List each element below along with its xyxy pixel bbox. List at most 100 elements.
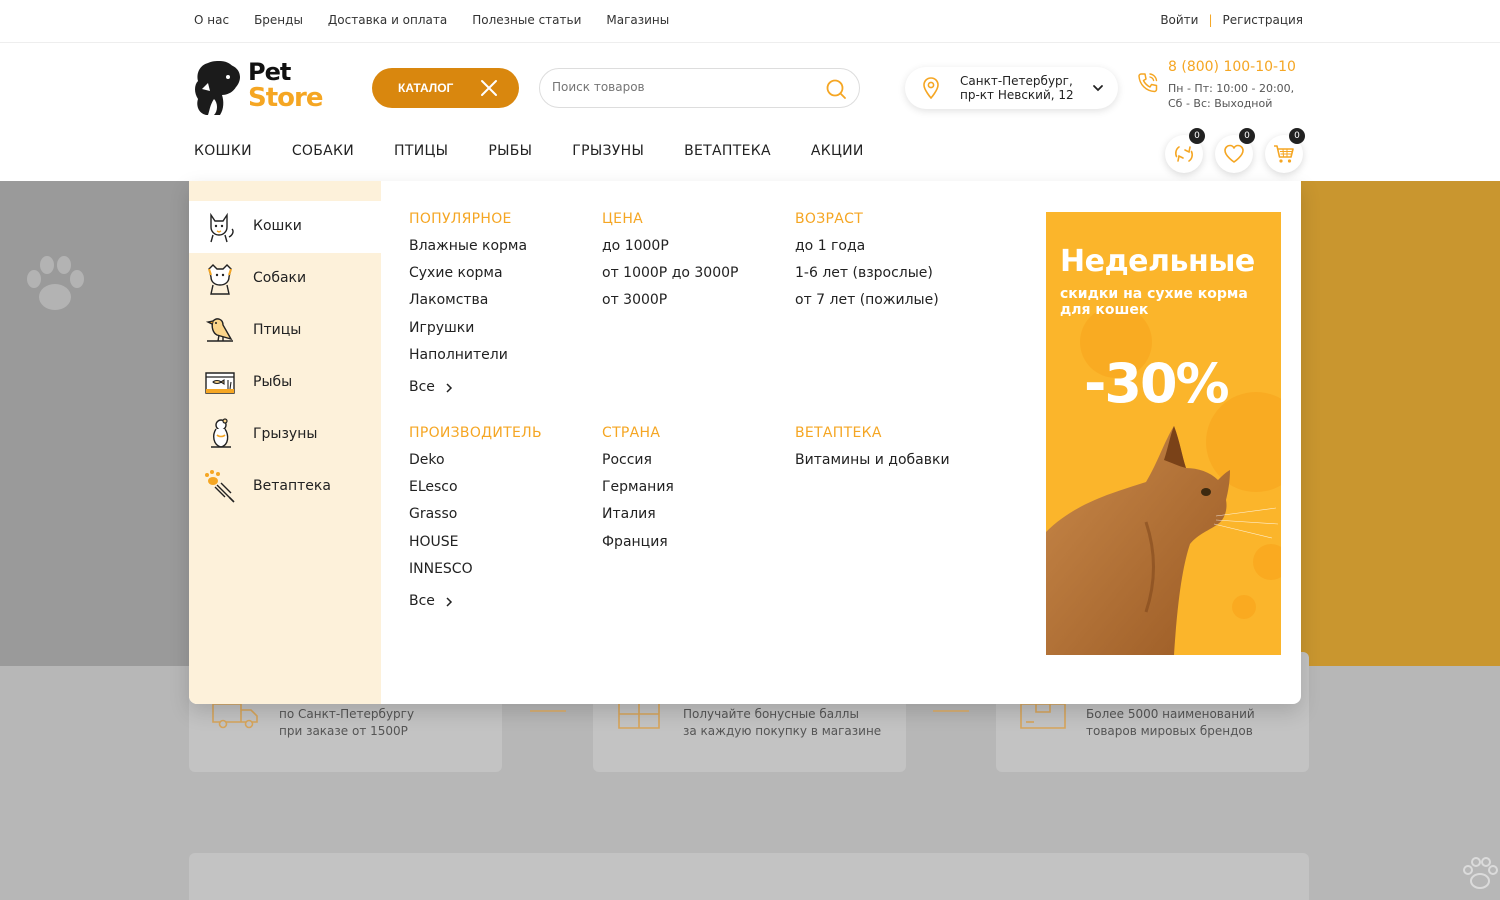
nav-item-rodents[interactable]: ГРЫЗУНЫ (572, 143, 644, 159)
nav-item-sales[interactable]: АКЦИИ (811, 143, 864, 159)
logo-word-pet: Pet (248, 58, 291, 86)
favorites-button[interactable]: 0 (1215, 128, 1255, 173)
menu-link[interactable]: до 1000Р (602, 238, 738, 265)
category-label: Грызуны (253, 426, 318, 442)
category-item-vet[interactable]: Ветаптека (189, 461, 381, 513)
location-address: Санкт-Петербург, пр-кт Невский, 12 (960, 74, 1074, 102)
chevron-right-icon (446, 383, 452, 393)
promo-title: Недельные (1060, 244, 1255, 279)
menu-column-vet: ВЕТАПТЕКА Витамины и добавки (795, 425, 950, 479)
rodent-icon (211, 418, 231, 448)
nav-item-birds[interactable]: ПТИЦЫ (394, 143, 448, 159)
menu-link[interactable]: Лакомства (409, 292, 527, 319)
menu-link[interactable]: INNESCO (409, 561, 542, 588)
menu-link[interactable]: Deko (409, 452, 542, 479)
category-item-fish[interactable]: Рыбы (189, 357, 381, 409)
cat-icon (210, 212, 234, 243)
benefit-line: товаров мировых брендов (1086, 724, 1253, 738)
menu-column-title: СТРАНА (602, 425, 661, 441)
menu-column-title: ЦЕНА (602, 211, 644, 227)
menu-link[interactable]: от 1000Р до 3000Р (602, 265, 738, 292)
hero-banner-right-dimmed (1301, 181, 1500, 666)
benefit-divider (933, 710, 969, 712)
nav-item-cats[interactable]: КОШКИ (194, 143, 252, 159)
benefit-text: по Санкт-Петербургу при заказе от 1500Р (279, 706, 414, 740)
menu-link-all[interactable]: Все (409, 374, 527, 401)
menu-link[interactable]: Россия (602, 452, 674, 479)
menu-link[interactable]: Игрушки (409, 320, 527, 347)
nav-item-dogs[interactable]: СОБАКИ (292, 143, 354, 159)
menu-link[interactable]: Франция (602, 534, 674, 561)
logo-text: Pet Store (248, 58, 323, 113)
category-item-birds[interactable]: Птицы (189, 305, 381, 357)
paw-outline-decoration-icon (1463, 857, 1498, 889)
phone-number[interactable]: 8 (800) 100-10-10 (1168, 59, 1296, 75)
catalog-dropdown: Кошки Собаки Птицы Рыбы Грызуны Ветаптек… (189, 181, 1301, 704)
cart-count-badge: 0 (1289, 128, 1305, 144)
cart-button[interactable]: 0 (1265, 128, 1305, 173)
category-label: Ветаптека (253, 478, 331, 494)
vet-paw-syringe-icon (205, 470, 235, 503)
menu-link[interactable]: ELesco (409, 479, 542, 506)
search-box (539, 68, 860, 108)
dog-cat-logo-icon (195, 61, 240, 115)
menu-link[interactable]: HOUSE (409, 534, 542, 561)
auth-links: Войти | Регистрация (1160, 13, 1303, 27)
category-item-dogs[interactable]: Собаки (189, 253, 381, 305)
menu-link-all-label: Все (409, 379, 435, 396)
heart-icon (1224, 144, 1244, 163)
category-label: Собаки (253, 270, 307, 286)
category-item-cats[interactable]: Кошки (189, 201, 381, 253)
menu-link[interactable]: Grasso (409, 506, 542, 533)
menu-link[interactable]: Влажные корма (409, 238, 527, 265)
map-pin-icon (923, 77, 939, 99)
category-item-rodents[interactable]: Грызуны (189, 409, 381, 461)
compare-button[interactable]: 0 (1165, 128, 1205, 173)
top-link-articles[interactable]: Полезные статьи (472, 13, 581, 27)
cat-photo-icon (1046, 426, 1279, 655)
top-link-stores[interactable]: Магазины (606, 13, 669, 27)
menu-link-all[interactable]: Все (409, 588, 542, 615)
location-street: пр-кт Невский, 12 (960, 88, 1074, 102)
search-icon[interactable] (825, 78, 847, 100)
menu-column-age: ВОЗРАСТ до 1 года 1-6 лет (взрослые) от … (795, 211, 939, 320)
nav-item-vet[interactable]: ВЕТАПТЕКА (684, 143, 771, 159)
top-link-about[interactable]: О нас (194, 13, 229, 27)
phone-icon (1138, 73, 1158, 93)
menu-link[interactable]: Витамины и добавки (795, 452, 950, 479)
header: Pet Store КАТАЛОГ Санкт-Петербург, пр-кт… (0, 43, 1500, 181)
location-selector[interactable]: Санкт-Петербург, пр-кт Невский, 12 (905, 67, 1118, 109)
search-input[interactable] (552, 80, 812, 94)
menu-link[interactable]: от 7 лет (пожилые) (795, 292, 939, 319)
logo[interactable]: Pet Store (194, 59, 323, 117)
menu-link[interactable]: до 1 года (795, 238, 939, 265)
menu-link[interactable]: Италия (602, 506, 674, 533)
chevron-right-icon (446, 597, 452, 607)
category-label: Птицы (253, 322, 302, 338)
menu-link[interactable]: Наполнители (409, 347, 527, 374)
work-hours-weekdays: Пн - Пт: 10:00 - 20:00, (1168, 82, 1295, 95)
login-link[interactable]: Войти (1160, 13, 1198, 27)
main-nav: КОШКИ СОБАКИ ПТИЦЫ РЫБЫ ГРЫЗУНЫ ВЕТАПТЕК… (194, 143, 904, 159)
top-links: О нас Бренды Доставка и оплата Полезные … (194, 13, 694, 27)
logo-word-store: Store (248, 83, 323, 113)
menu-link[interactable]: от 3000Р (602, 292, 738, 319)
benefit-line: за каждую покупку в магазине (683, 724, 882, 738)
menu-link[interactable]: Германия (602, 479, 674, 506)
nav-item-fish[interactable]: РЫБЫ (488, 143, 532, 159)
content-card-dimmed (189, 853, 1309, 900)
menu-link[interactable]: 1-6 лет (взрослые) (795, 265, 939, 292)
aquarium-icon (205, 372, 235, 394)
benefit-line: при заказе от 1500Р (279, 724, 408, 738)
menu-link-all-label: Все (409, 593, 435, 610)
register-link[interactable]: Регистрация (1223, 13, 1303, 27)
benefit-line: Более 5000 наименований (1086, 707, 1255, 721)
menu-link[interactable]: Сухие корма (409, 265, 527, 292)
promo-banner[interactable]: Недельные скидки на сухие корма для коше… (1046, 212, 1281, 655)
menu-column-popular: ПОПУЛЯРНОЕ Влажные корма Сухие корма Лак… (409, 211, 527, 401)
top-link-delivery[interactable]: Доставка и оплата (328, 13, 447, 27)
benefit-text: Более 5000 наименований товаров мировых … (1086, 706, 1255, 740)
catalog-button[interactable]: КАТАЛОГ (372, 68, 519, 108)
menu-column-price: ЦЕНА до 1000Р от 1000Р до 3000Р от 3000Р (602, 211, 738, 320)
top-link-brands[interactable]: Бренды (254, 13, 303, 27)
